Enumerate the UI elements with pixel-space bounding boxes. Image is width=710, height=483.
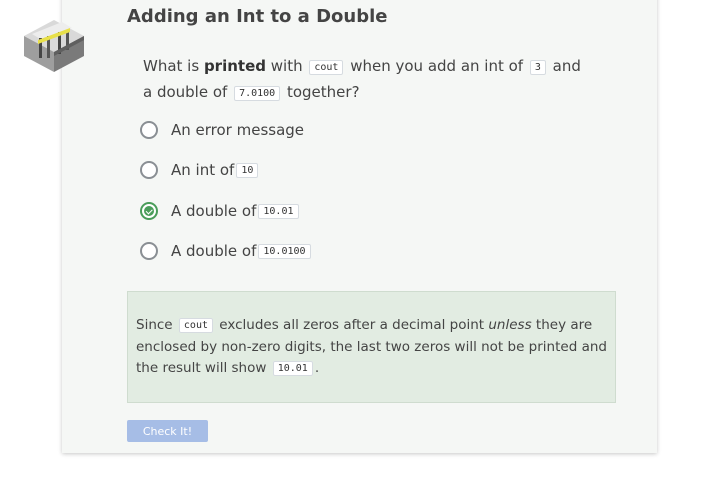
feedback-emphasis: unless [488, 317, 532, 333]
code-snippet: 10.0100 [258, 243, 311, 259]
answer-option-double-10-01[interactable]: A double of 10.01 [140, 199, 301, 223]
code-snippet: 7.0100 [234, 86, 281, 101]
answer-option-error-message[interactable]: An error message [140, 118, 304, 142]
answer-option-label: An error message [171, 121, 305, 139]
code-snippet: 10 [236, 162, 259, 178]
answer-option-double-10-0100[interactable]: A double of 10.0100 [140, 239, 313, 263]
feedback-box: Since cout excludes all zeros after a de… [127, 291, 616, 403]
radio-button-icon[interactable] [140, 121, 158, 139]
question-text-part: together? [282, 83, 360, 101]
feedback-text-part: . [314, 360, 320, 376]
radio-button-icon[interactable] [140, 161, 158, 179]
code-snippet: 10.01 [272, 361, 313, 376]
lab-logo-icon [24, 20, 84, 72]
answer-option-label: A double of [171, 202, 257, 220]
question-text-part: What is [143, 57, 204, 75]
feedback-text-part: excludes all zeros after a decimal point [215, 317, 489, 333]
radio-checked-icon[interactable] [140, 202, 158, 220]
question-text-part: when you add an int of [345, 57, 528, 75]
feedback-text-part: Since [136, 317, 177, 333]
question-text-part: with [265, 57, 308, 75]
page-title: Adding an Int to a Double [127, 6, 388, 27]
question-emphasis: printed [203, 57, 266, 75]
code-snippet: 3 [529, 60, 546, 75]
code-snippet: cout [309, 60, 344, 75]
answer-option-int-10[interactable]: An int of 10 [140, 158, 260, 182]
code-snippet: cout [178, 318, 213, 333]
answer-option-label: An int of [171, 161, 235, 179]
answer-option-label: A double of [171, 242, 257, 260]
code-snippet: 10.01 [258, 203, 299, 219]
radio-button-icon[interactable] [140, 242, 158, 260]
question-text: What is printed with cout when you add a… [143, 54, 583, 106]
check-it-button[interactable]: Check It! [127, 420, 208, 442]
